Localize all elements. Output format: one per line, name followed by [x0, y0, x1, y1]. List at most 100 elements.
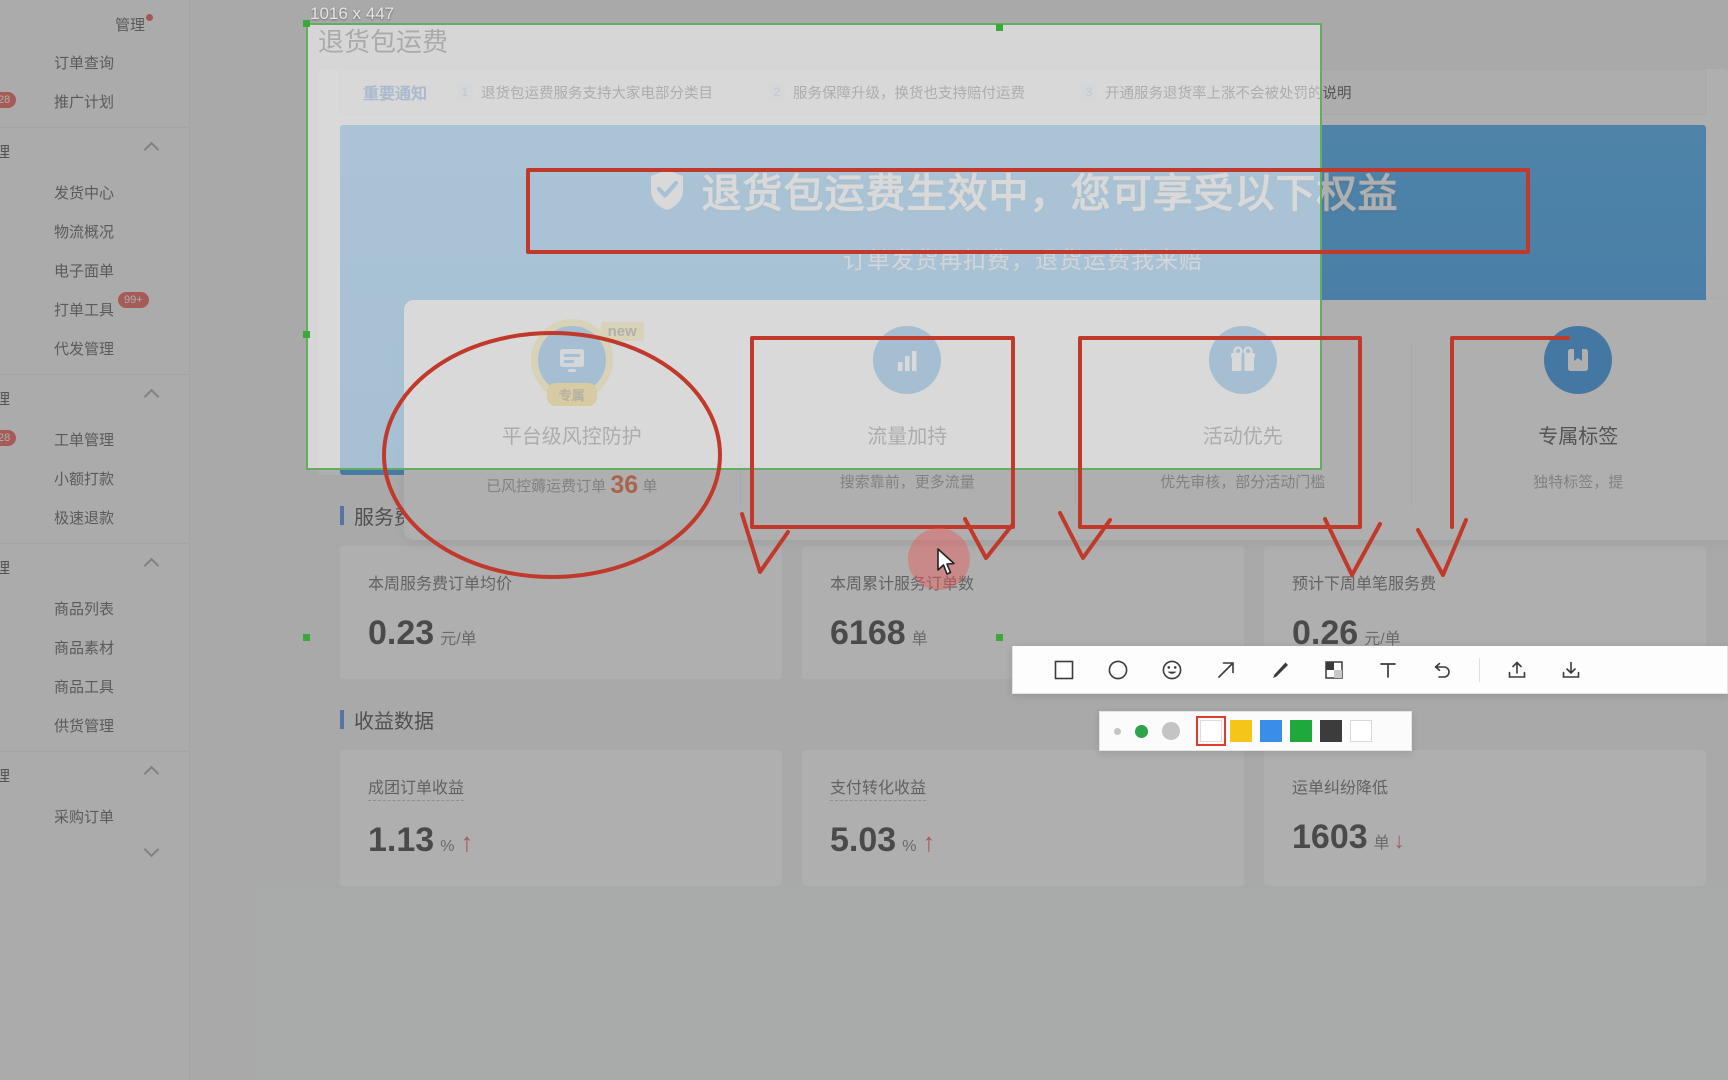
- card-desc-prefix: 优先审核，部分活动门槛: [1160, 474, 1326, 491]
- color-yellow-swatch[interactable]: [1230, 720, 1252, 742]
- sidebar-group-purchase[interactable]: 管理: [0, 754, 189, 797]
- sidebar-group-product[interactable]: 管理: [0, 546, 189, 589]
- sidebar-group-label: 管理: [0, 144, 11, 161]
- download-tool-button[interactable]: [1544, 647, 1598, 693]
- arrow-up-right-icon: [1218, 661, 1234, 678]
- pen-tool-button[interactable]: [1253, 647, 1307, 693]
- selection-handle-bottom-right[interactable]: [996, 634, 1003, 641]
- capture-reveal-region: [306, 23, 1322, 470]
- notification-dot-icon: [146, 14, 153, 21]
- sidebar-item-label: 电子面单: [54, 263, 115, 280]
- sidebar-section-1: 管理 发货中心 物流概况 电子面单 打单工具 99+ 代发管理: [0, 130, 189, 368]
- color-green-swatch[interactable]: [1290, 720, 1312, 742]
- sidebar-item-ticket-mgmt[interactable]: 28 工单管理: [0, 420, 189, 459]
- sidebar-group-aftersale[interactable]: 管理: [0, 377, 189, 420]
- color-white-swatch[interactable]: [1350, 720, 1372, 742]
- rectangle-tool-button[interactable]: [1037, 647, 1091, 693]
- sidebar-item-label: 供货管理: [54, 718, 115, 735]
- sidebar-item-fast-refund[interactable]: 极速退款: [0, 498, 189, 537]
- share-upload-icon: [1508, 661, 1526, 678]
- stat-value: 1.13% ↑: [368, 821, 754, 860]
- chevron-up-icon: [143, 557, 160, 574]
- color-blue-swatch[interactable]: [1260, 720, 1282, 742]
- sidebar-section-3: 管理 商品列表 商品素材 商品工具 供货管理: [0, 546, 189, 745]
- sidebar-item-label: 商品工具: [54, 679, 115, 696]
- selection-handle-middle-left[interactable]: [303, 331, 310, 338]
- bookmark-icon: [1544, 326, 1613, 394]
- sidebar-item-small-payment[interactable]: 小额打款: [0, 459, 189, 498]
- stat-unit: 单: [1373, 835, 1390, 852]
- sidebar-badge: 28: [0, 430, 17, 446]
- square-icon: [1054, 660, 1074, 679]
- sidebar-item-label: 极速退款: [54, 510, 115, 527]
- sidebar-item-promo-plan[interactable]: 28 推广计划: [0, 82, 189, 121]
- section-accent-bar: [340, 506, 344, 525]
- text-tool-button[interactable]: [1361, 647, 1415, 693]
- sidebar-item-label: 采购订单: [54, 809, 115, 826]
- trend-up-icon: ↑: [460, 827, 474, 857]
- emoji-tool-button[interactable]: [1145, 647, 1199, 693]
- size-large-button[interactable]: [1162, 722, 1180, 740]
- chevron-up-icon: [143, 765, 160, 782]
- sidebar-badge: 99+: [118, 292, 149, 308]
- reveal-lighten-film: [306, 23, 1322, 470]
- sidebar-item-logistics-overview[interactable]: 物流概况: [0, 212, 189, 251]
- sidebar-group-label: 管理: [0, 560, 11, 577]
- sidebar-item-ship-center[interactable]: 发货中心: [0, 173, 189, 212]
- stat-value: 1603 单 ↓: [1292, 818, 1678, 857]
- color-red-swatch[interactable]: [1196, 716, 1226, 746]
- sidebar-item-label: 打单工具: [54, 302, 115, 319]
- card-desc-suffix: 单: [642, 478, 658, 495]
- color-black-swatch[interactable]: [1320, 720, 1342, 742]
- stat-number: 5.03: [830, 821, 897, 859]
- size-medium-button[interactable]: [1135, 724, 1148, 738]
- screenshot-editor-toolbar[interactable]: [1012, 646, 1728, 694]
- sidebar-item-product-material[interactable]: 商品素材: [0, 628, 189, 667]
- download-icon: [1562, 661, 1580, 678]
- sidebar-divider: [0, 127, 189, 128]
- sidebar-item-e-waybill[interactable]: 电子面单: [0, 251, 189, 290]
- trend-down-icon: ↓: [1393, 828, 1405, 853]
- text-icon: [1380, 662, 1396, 678]
- sidebar-item-supply-mgmt[interactable]: 供货管理: [0, 706, 189, 745]
- sidebar-group-logistics[interactable]: 管理: [0, 130, 189, 173]
- card-desc: 优先审核，部分活动门槛: [1075, 471, 1411, 492]
- card-title: 专属标签: [1538, 426, 1619, 448]
- sidebar-item-product-list[interactable]: 商品列表: [0, 589, 189, 628]
- selection-handle-top-left[interactable]: [303, 20, 310, 27]
- sidebar-item-label: 订单查询: [54, 55, 115, 72]
- mosaic-tool-button[interactable]: [1307, 647, 1361, 693]
- sidebar-section-4: 管理 采购订单: [0, 754, 189, 858]
- sidebar-item-dropship[interactable]: 代发管理: [0, 329, 189, 368]
- sidebar: 管理 订单查询 28 推广计划 管理 发货中心 物流概况 电子面单 打单工具: [0, 0, 190, 1080]
- sidebar-item-purchase-order[interactable]: 采购订单: [0, 797, 189, 836]
- stat-label: 运单纠纷降低: [1292, 780, 1389, 797]
- card-desc: 搜索靠前，更多流量: [740, 471, 1076, 492]
- sidebar-item-label: 代发管理: [54, 341, 115, 358]
- sidebar-divider: [0, 751, 189, 752]
- bookmark-glyph: [1568, 349, 1589, 371]
- sidebar-group-more[interactable]: [0, 836, 189, 858]
- sidebar-item-product-tools[interactable]: 商品工具: [0, 667, 189, 706]
- sidebar-item-order-query[interactable]: 订单查询: [0, 43, 189, 82]
- size-small-button[interactable]: [1114, 727, 1121, 735]
- card-desc: 已风控薅运费订单 36 单: [404, 471, 740, 500]
- selection-handle-top-right[interactable]: [996, 24, 1003, 31]
- benefit-card-exclusive-tag[interactable]: 专属标签 独特标签，提: [1410, 326, 1728, 540]
- revenue-section-header: 收益数据: [340, 705, 1728, 734]
- undo-tool-button[interactable]: [1415, 647, 1469, 693]
- arrow-tool-button[interactable]: [1199, 647, 1253, 693]
- share-tool-button[interactable]: [1490, 647, 1544, 693]
- undo-icon: [1434, 662, 1450, 678]
- sidebar-divider: [0, 543, 189, 544]
- stat-number: 1603: [1292, 818, 1368, 856]
- selection-handle-bottom-left[interactable]: [303, 634, 310, 641]
- sidebar-item-print-tool[interactable]: 打单工具 99+: [0, 290, 189, 329]
- stat-label: 成团订单收益: [368, 774, 465, 801]
- stat-unit: 元/单: [440, 631, 477, 648]
- sidebar-top-link[interactable]: 管理: [0, 6, 189, 43]
- section-accent-bar: [340, 710, 344, 729]
- ellipse-tool-button[interactable]: [1091, 647, 1145, 693]
- chevron-down-icon: [143, 841, 160, 858]
- editor-color-palette[interactable]: [1099, 711, 1412, 751]
